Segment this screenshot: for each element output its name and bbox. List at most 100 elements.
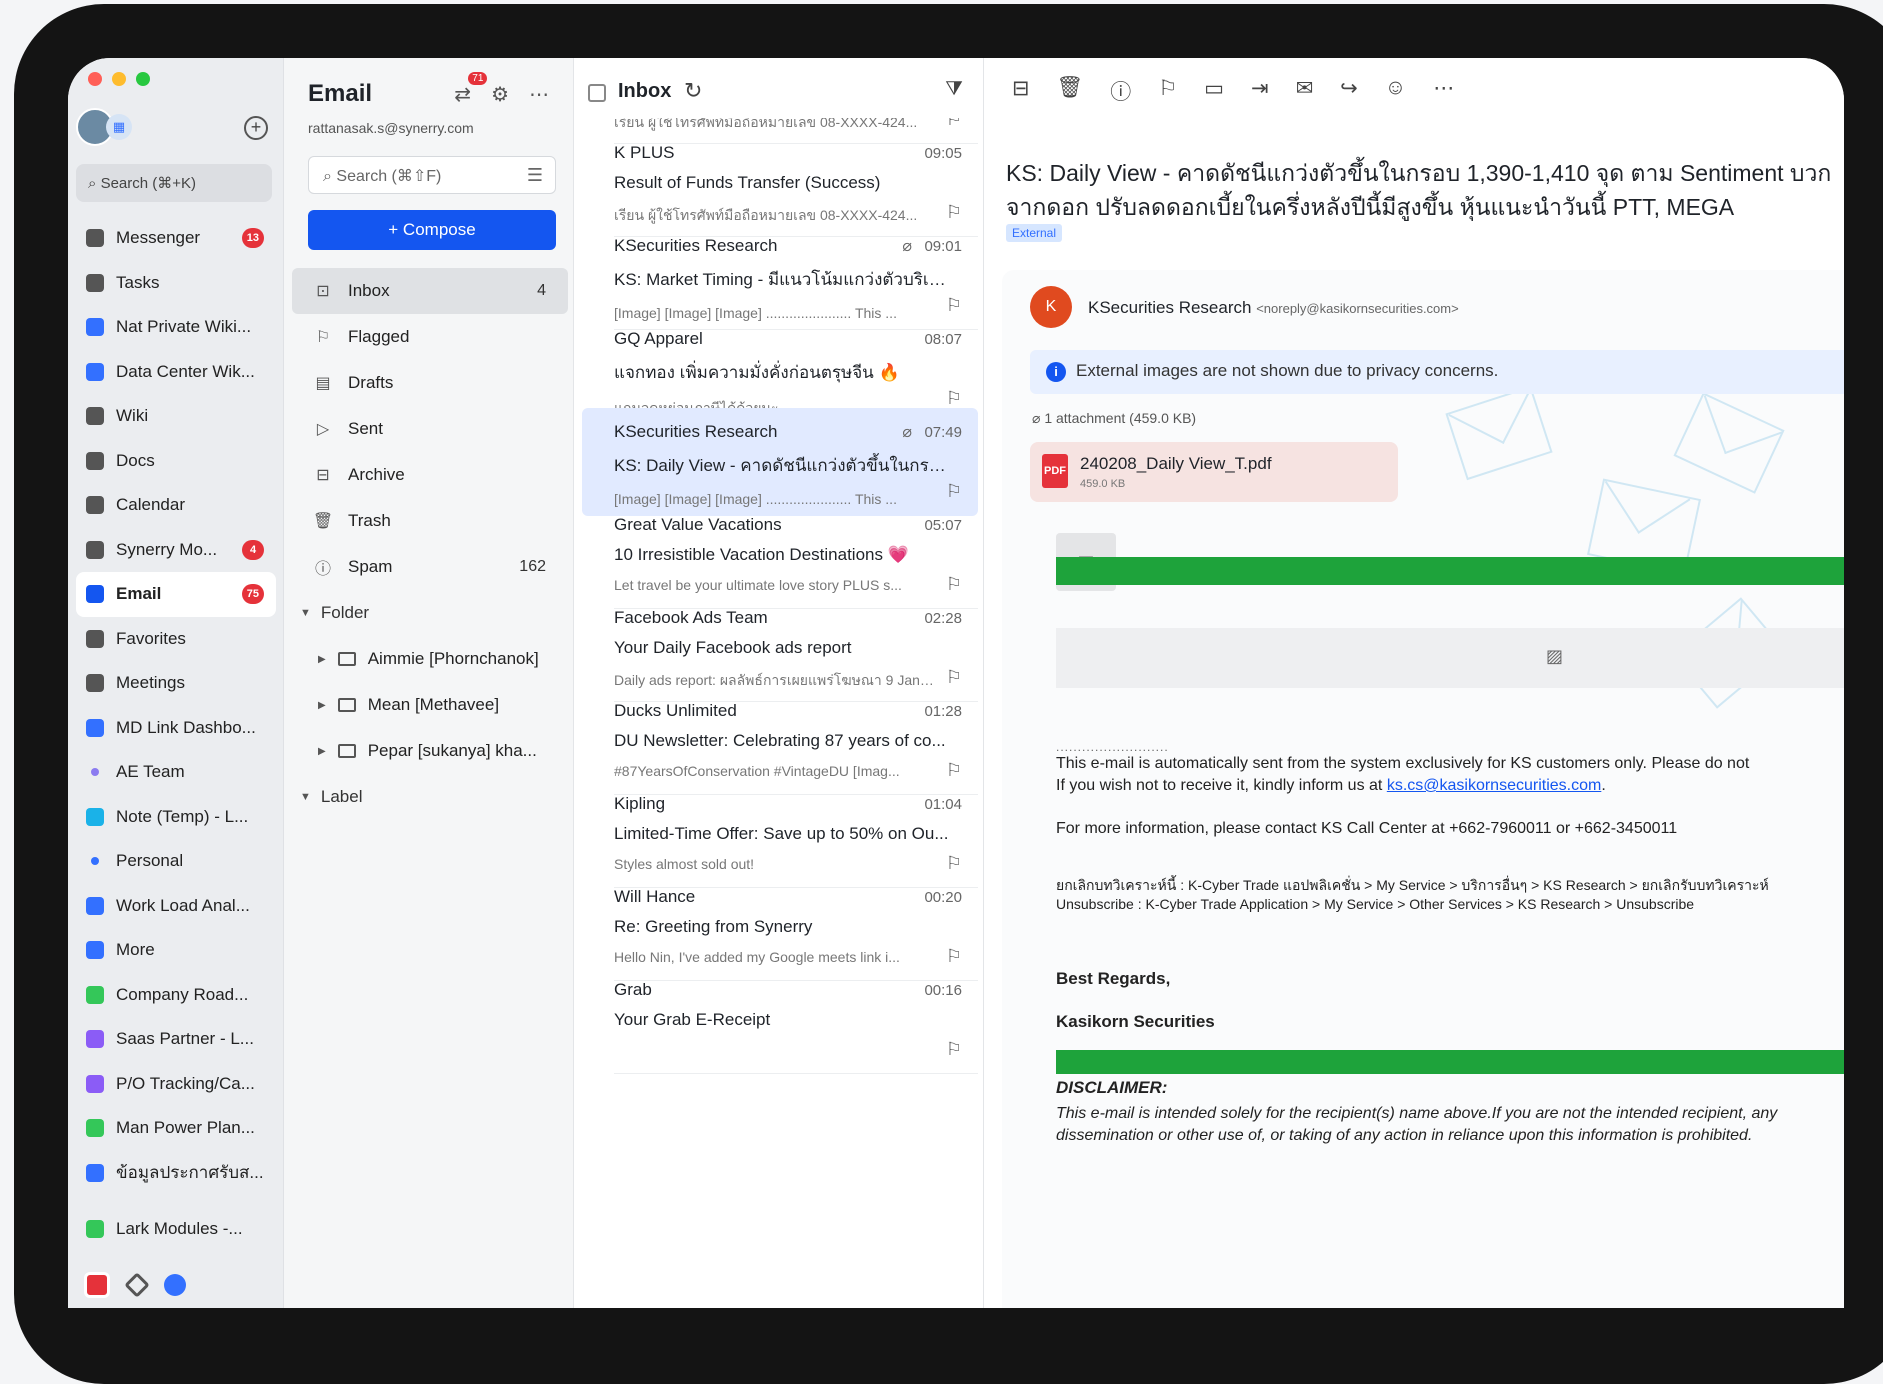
flag-icon[interactable]: ⚐: [946, 295, 962, 316]
flag-icon[interactable]: ⚐: [946, 202, 962, 223]
mailbox-item[interactable]: ⊟ Archive: [292, 452, 568, 498]
calendar-widget-icon[interactable]: [84, 1272, 110, 1298]
minimize-window-button[interactable]: [112, 72, 126, 86]
label-section-header[interactable]: ▼ Label: [292, 774, 568, 820]
message-row[interactable]: Will Hance 00:20 Re: Greeting from Synerry…: [582, 873, 978, 981]
app-nav-item[interactable]: Personal: [76, 839, 276, 884]
app-nav-item[interactable]: Calendar: [76, 483, 276, 528]
app-nav-item[interactable]: Tasks: [76, 261, 276, 306]
gear-icon[interactable]: ⚙: [491, 82, 509, 107]
image-placeholder[interactable]: ▨: [1056, 628, 1844, 688]
mail-search-input[interactable]: ⌕ Search (⌘⇧F) ☰: [308, 156, 556, 194]
app-nav-item[interactable]: Note (Temp) - L...: [76, 795, 276, 840]
app-nav-item[interactable]: Docs: [76, 439, 276, 484]
app-nav-item[interactable]: Favorites: [76, 617, 276, 662]
security-icon[interactable]: [124, 1272, 150, 1298]
mailbox-item[interactable]: ▷ Sent: [292, 406, 568, 452]
message-row[interactable]: Ducks Unlimited 01:28 DU Newsletter: Celeb…: [582, 687, 978, 795]
support-email-link[interactable]: ks.cs@kasikornsecurities.com: [1387, 777, 1602, 794]
folder-item[interactable]: ▶ Pepar [sukanya] kha...: [292, 728, 568, 774]
app-nav-item[interactable]: Meetings: [76, 661, 276, 706]
app-sidebar: ▦ + ⌕ Search (⌘+K) Messenger 13 Tasks Nat P…: [68, 58, 284, 1308]
add-icon[interactable]: +: [244, 116, 268, 140]
message-row[interactable]: Kipling 01:04 Limited-Time Offer: Save up …: [582, 780, 978, 888]
flag-icon[interactable]: ⚐: [946, 667, 962, 688]
folder-item[interactable]: ▶ Aimmie [Phornchanok]: [292, 636, 568, 682]
filter-icon[interactable]: ☰: [527, 165, 543, 186]
app-nav-item[interactable]: Company Road...: [76, 973, 276, 1018]
flag-icon[interactable]: ⚐: [946, 481, 962, 502]
flag-icon[interactable]: ⚐: [946, 946, 962, 967]
app-nav-item[interactable]: AE Team: [76, 750, 276, 795]
mailbox-item[interactable]: ▤ Drafts: [292, 360, 568, 406]
doc-icon: [86, 1163, 104, 1182]
message-row[interactable]: KSecurities Research ⌀ 09:01 KS: Market Tim…: [582, 222, 978, 330]
flag-icon[interactable]: ⚐: [946, 388, 962, 409]
app-nav-item[interactable]: Man Power Plan...: [76, 1106, 276, 1151]
app-nav-item[interactable]: P/O Tracking/Ca...: [76, 1062, 276, 1107]
pdf-icon: PDF: [1042, 454, 1068, 488]
app-nav-item[interactable]: Email 75: [76, 572, 276, 617]
more-icon[interactable]: ⋯: [529, 82, 549, 107]
forward-icon[interactable]: ↪: [1340, 76, 1358, 106]
app-nav-item[interactable]: More: [76, 928, 276, 973]
app-nav-item[interactable]: Synerry Mo... 4: [76, 528, 276, 573]
workspace-icon[interactable]: ▦: [106, 114, 132, 140]
flag-icon[interactable]: ⚐: [946, 1039, 962, 1060]
message-time: 08:07: [924, 331, 962, 348]
message-row[interactable]: GQ Apparel 08:07 แจกทอง เพิ่มความมั่งคั่งก…: [582, 315, 978, 423]
message-row[interactable]: Grab 00:16 Your Grab E-Receipt ⚐: [582, 966, 978, 1074]
message-row[interactable]: K PLUS 09:05 Result of Funds Transfer (Suc…: [582, 129, 978, 237]
trash-icon[interactable]: 🗑: [1057, 76, 1084, 106]
sender[interactable]: KSecurities Research <noreply@kasikornse…: [1088, 298, 1459, 318]
message-subject: KS: Market Timing - มีแนวโน้มแกว่งตัวบริ…: [614, 270, 954, 289]
attachment-file[interactable]: PDF 240208_Daily View_T.pdf 459.0 KB: [1030, 442, 1398, 502]
app-nav-item[interactable]: Saas Partner - L...: [76, 1017, 276, 1062]
message-sender: Will Hance: [614, 887, 696, 906]
archive-icon[interactable]: ⊟: [1012, 76, 1030, 106]
doc-icon: [86, 1074, 104, 1093]
app-nav-item[interactable]: MD Link Dashbo...: [76, 706, 276, 751]
mailbox-item[interactable]: ⓘ Spam 162: [292, 544, 568, 590]
flag-icon[interactable]: ⚐: [946, 853, 962, 874]
chevron-right-icon[interactable]: ▶: [318, 700, 326, 711]
compose-button[interactable]: + Compose: [308, 210, 556, 250]
reply-icon[interactable]: ☺: [1385, 76, 1406, 106]
folder-item[interactable]: ▶ Mean [Methavee]: [292, 682, 568, 728]
mailbox-item[interactable]: ⚐ Flagged: [292, 314, 568, 360]
chevron-right-icon[interactable]: ▶: [318, 654, 326, 665]
spam-icon[interactable]: ⓘ: [1110, 76, 1131, 106]
label-icon[interactable]: ▭: [1204, 76, 1224, 106]
app-nav-item[interactable]: Lark Modules -...: [76, 1207, 276, 1252]
global-search-input[interactable]: ⌕ Search (⌘+K): [76, 164, 272, 202]
app-nav-item[interactable]: ข้อมูลประกาศรับส...: [76, 1151, 276, 1196]
more-icon[interactable]: ⋯: [1433, 76, 1454, 106]
app-nav-item[interactable]: Messenger 13: [76, 216, 276, 261]
folder-section-header[interactable]: ▼ Folder: [292, 590, 568, 636]
zoom-window-button[interactable]: [136, 72, 150, 86]
chevron-right-icon[interactable]: ▶: [318, 746, 326, 757]
message-row[interactable]: Great Value Vacations 05:07 10 Irresistibl…: [582, 501, 978, 609]
email-icon: [86, 585, 104, 604]
close-window-button[interactable]: [88, 72, 102, 86]
mailbox-label: Sent: [348, 419, 383, 438]
app-nav-label: Synerry Mo...: [116, 539, 218, 559]
app-nav-item[interactable]: Wiki: [76, 394, 276, 439]
app-nav-item[interactable]: Data Center Wik...: [76, 350, 276, 395]
notification-icon[interactable]: ⇄ 71: [454, 72, 488, 107]
move-icon[interactable]: ⇥: [1251, 76, 1269, 106]
flag-icon[interactable]: ⚐: [946, 760, 962, 781]
message-row[interactable]: KSecurities Research ⌀ 07:49 KS: Daily View…: [582, 408, 978, 516]
refresh-icon[interactable]: ↻: [684, 78, 702, 104]
app-nav-item[interactable]: Nat Private Wiki...: [76, 305, 276, 350]
mailbox-item[interactable]: 🗑 Trash: [292, 498, 568, 544]
mailbox-item[interactable]: ⊡ Inbox 4: [292, 268, 568, 314]
filter-icon[interactable]: ⧩: [945, 78, 963, 101]
mark-unread-icon[interactable]: ✉: [1296, 76, 1314, 106]
message-row[interactable]: Facebook Ads Team 02:28 Your Daily Faceboo…: [582, 594, 978, 702]
flag-icon[interactable]: ⚐: [1158, 76, 1177, 106]
flag-icon[interactable]: ⚐: [946, 574, 962, 595]
browser-icon[interactable]: [164, 1274, 186, 1296]
select-all-checkbox[interactable]: [588, 84, 606, 102]
app-nav-item[interactable]: Work Load Anal...: [76, 884, 276, 929]
